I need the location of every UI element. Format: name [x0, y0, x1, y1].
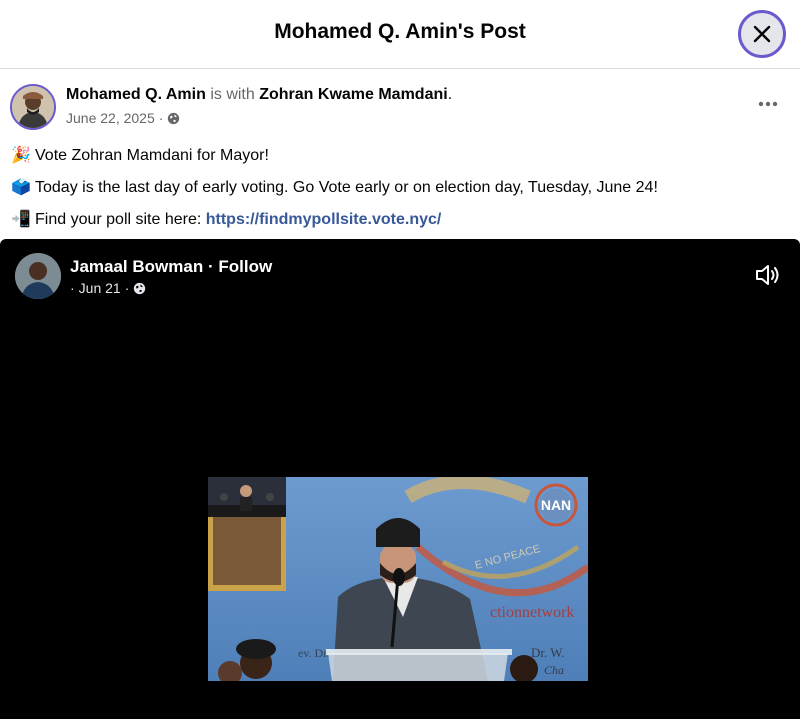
- party-popper-icon: 🎉: [11, 147, 31, 164]
- dialog-title: Mohamed Q. Amin's Post: [274, 20, 526, 43]
- post-author-row: Mohamed Q. Amin is with Zohran Kwame Mam…: [10, 84, 790, 132]
- video-author-avatar[interactable]: [15, 253, 61, 299]
- close-icon: [753, 25, 771, 43]
- speaker-icon: [756, 265, 779, 285]
- post-line: 📲 Find your poll site here: https://find…: [10, 204, 790, 236]
- svg-text:Cha: Cha: [544, 663, 564, 677]
- follow-button[interactable]: Follow: [218, 257, 272, 276]
- tagged-name[interactable]: Zohran Kwame Mamdani: [259, 86, 447, 103]
- dialog-header: Mohamed Q. Amin's Post: [0, 0, 800, 69]
- more-options-button[interactable]: [756, 94, 780, 114]
- with-text: is with: [210, 86, 255, 103]
- period: .: [447, 86, 453, 103]
- video-dot: ·: [207, 257, 214, 276]
- author-avatar[interactable]: [10, 84, 56, 130]
- svg-text:ctionnetwork: ctionnetwork: [490, 604, 574, 621]
- post-line: 🗳️ Today is the last day of early voting…: [10, 172, 790, 204]
- meta-separator: ·: [158, 110, 164, 126]
- close-button[interactable]: [738, 10, 786, 58]
- post-line-text: Find your poll site here:: [35, 211, 206, 228]
- post-line: 🎉 Vote Zohran Mamdani for Mayor!: [10, 140, 790, 172]
- shared-video[interactable]: Jamaal Bowman · Follow · Jun 21 · ctionn…: [0, 239, 800, 719]
- video-meta-dot-2: ·: [124, 280, 130, 296]
- svg-text:Dr. W.: Dr. W.: [531, 645, 565, 660]
- ballot-box-icon: 🗳️: [11, 179, 31, 196]
- mobile-phone-arrow-icon: 📲: [11, 211, 31, 228]
- video-author-line: Jamaal Bowman · Follow: [70, 257, 272, 277]
- svg-text:ev. Dr.: ev. Dr.: [298, 646, 330, 660]
- nan-logo-text: NAN: [541, 497, 571, 513]
- globe-icon: [134, 282, 146, 294]
- video-frame: ctionnetwork E NO PEACE Dr. W. Cha ev. D…: [208, 477, 588, 681]
- post-body: 🎉 Vote Zohran Mamdani for Mayor! 🗳️ Toda…: [10, 140, 790, 236]
- post-line-text: Today is the last day of early voting. G…: [35, 179, 658, 196]
- video-meta: · Jun 21 ·: [70, 280, 146, 296]
- post-line-text: Vote Zohran Mamdani for Mayor!: [35, 147, 269, 164]
- video-author-name[interactable]: Jamaal Bowman: [70, 257, 203, 276]
- video-meta-dot: ·: [70, 280, 75, 296]
- video-date[interactable]: Jun 21: [79, 280, 121, 296]
- sound-button[interactable]: [754, 263, 782, 287]
- globe-icon: [168, 112, 180, 124]
- post-date[interactable]: June 22, 2025: [66, 110, 155, 126]
- author-line: Mohamed Q. Amin is with Zohran Kwame Mam…: [66, 86, 452, 104]
- more-icon: [758, 101, 778, 107]
- author-name[interactable]: Mohamed Q. Amin: [66, 86, 206, 103]
- post-meta: June 22, 2025 ·: [66, 110, 180, 126]
- poll-site-link[interactable]: https://findmypollsite.vote.nyc/: [206, 204, 442, 236]
